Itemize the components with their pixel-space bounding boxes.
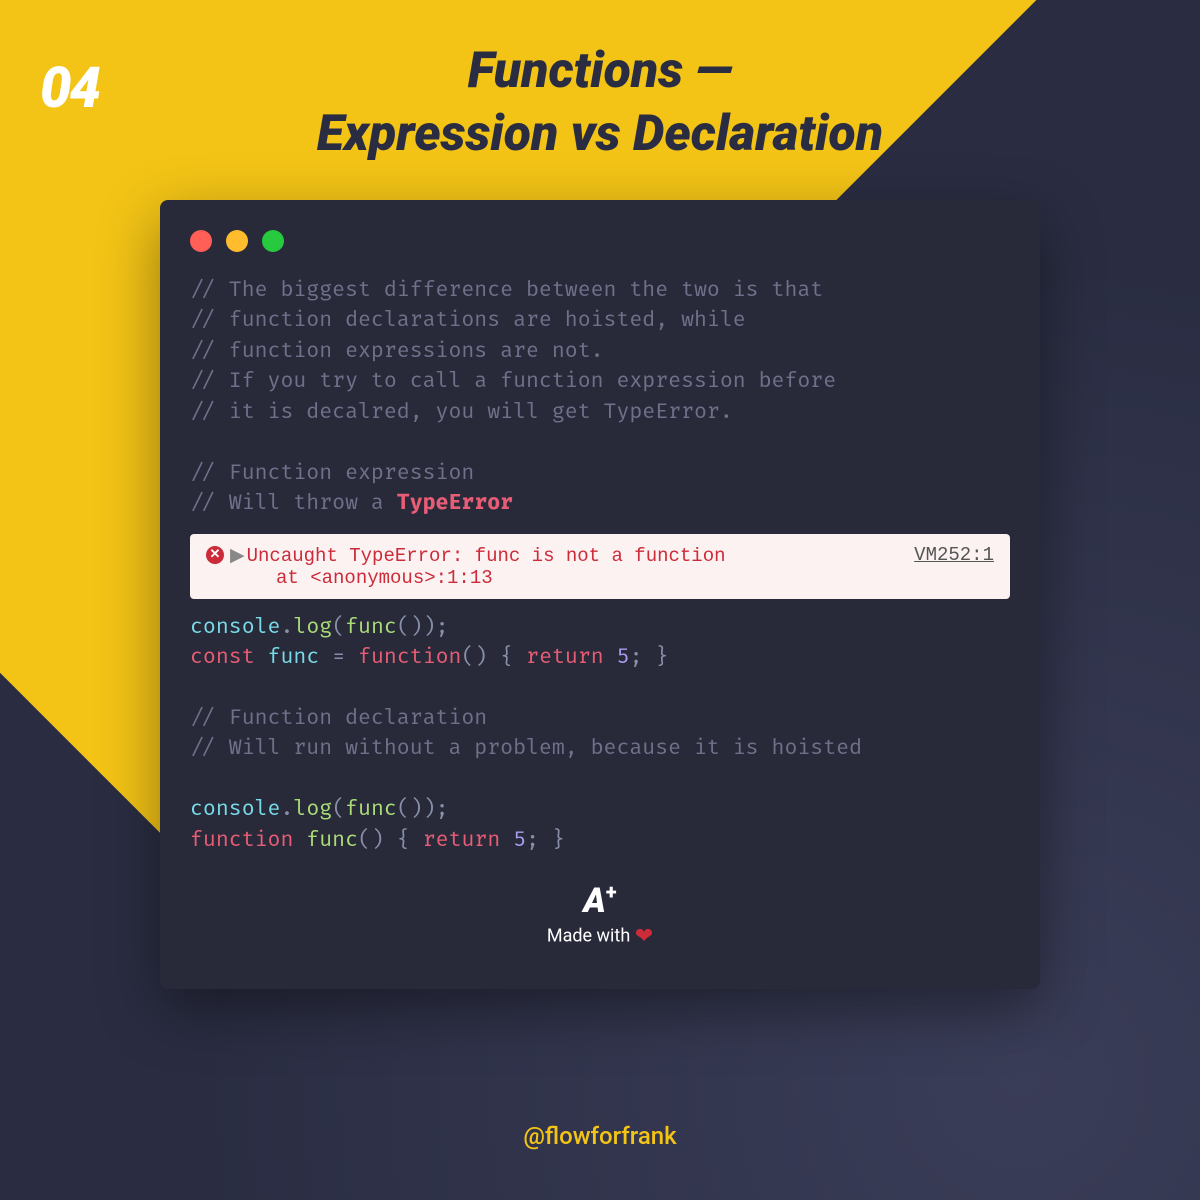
code-token: log: [293, 615, 332, 640]
expand-caret-icon: ▶: [230, 545, 245, 567]
comment-line: // function expressions are not.: [190, 339, 604, 364]
comment-line: // it is decalred, you will get TypeErro…: [190, 400, 733, 425]
code-token: console: [190, 615, 280, 640]
error-stack: at <anonymous>:1:13: [206, 567, 994, 589]
author-handle: @flowforfrank: [0, 1122, 1200, 1150]
code-token: 5: [513, 828, 526, 853]
code-token: function: [358, 645, 461, 670]
comment-line: // Will throw a: [190, 491, 397, 516]
code-token: func: [345, 615, 397, 640]
error-icon: ✕: [206, 546, 224, 564]
title-line-1: Functions —: [0, 40, 1200, 103]
logo-mark: A+: [160, 884, 1040, 918]
error-source-ref: VM252:1: [914, 544, 994, 566]
code-block: // The biggest difference between the tw…: [160, 276, 1040, 520]
page-title: Functions — Expression vs Declaration: [0, 40, 1200, 165]
code-block: console.log(func()); const func = functi…: [160, 613, 1040, 857]
title-line-2: Expression vs Declaration: [0, 103, 1200, 166]
heart-icon: ❤: [635, 924, 653, 949]
comment-line: // Function declaration: [190, 706, 487, 731]
code-token: 5: [617, 645, 630, 670]
comment-line: // Function expression: [190, 461, 474, 486]
console-error: ✕ ▶Uncaught TypeError: func is not a func…: [190, 534, 1010, 599]
tagline: Made with ❤: [160, 924, 1040, 949]
code-token: func: [345, 797, 397, 822]
comment-line: // The biggest difference between the tw…: [190, 278, 823, 303]
typeerror-highlight: TypeError: [397, 491, 513, 516]
comment-line: // function declarations are hoisted, wh…: [190, 308, 746, 333]
code-token: return: [526, 645, 604, 670]
code-token: console: [190, 797, 280, 822]
maximize-icon: [262, 230, 284, 252]
code-token: const: [190, 645, 255, 670]
code-token: func: [306, 828, 358, 853]
logo-badge: A+ Made with ❤: [160, 884, 1040, 949]
window-controls: [160, 230, 1040, 276]
code-token: return: [423, 828, 501, 853]
code-token: function: [190, 828, 293, 853]
code-token: func: [268, 645, 320, 670]
error-message: Uncaught TypeError: func is not a functi…: [247, 545, 726, 567]
comment-line: // Will run without a problem, because i…: [190, 736, 862, 761]
code-window: // The biggest difference between the tw…: [160, 200, 1040, 989]
close-icon: [190, 230, 212, 252]
code-token: log: [293, 797, 332, 822]
comment-line: // If you try to call a function express…: [190, 369, 836, 394]
minimize-icon: [226, 230, 248, 252]
